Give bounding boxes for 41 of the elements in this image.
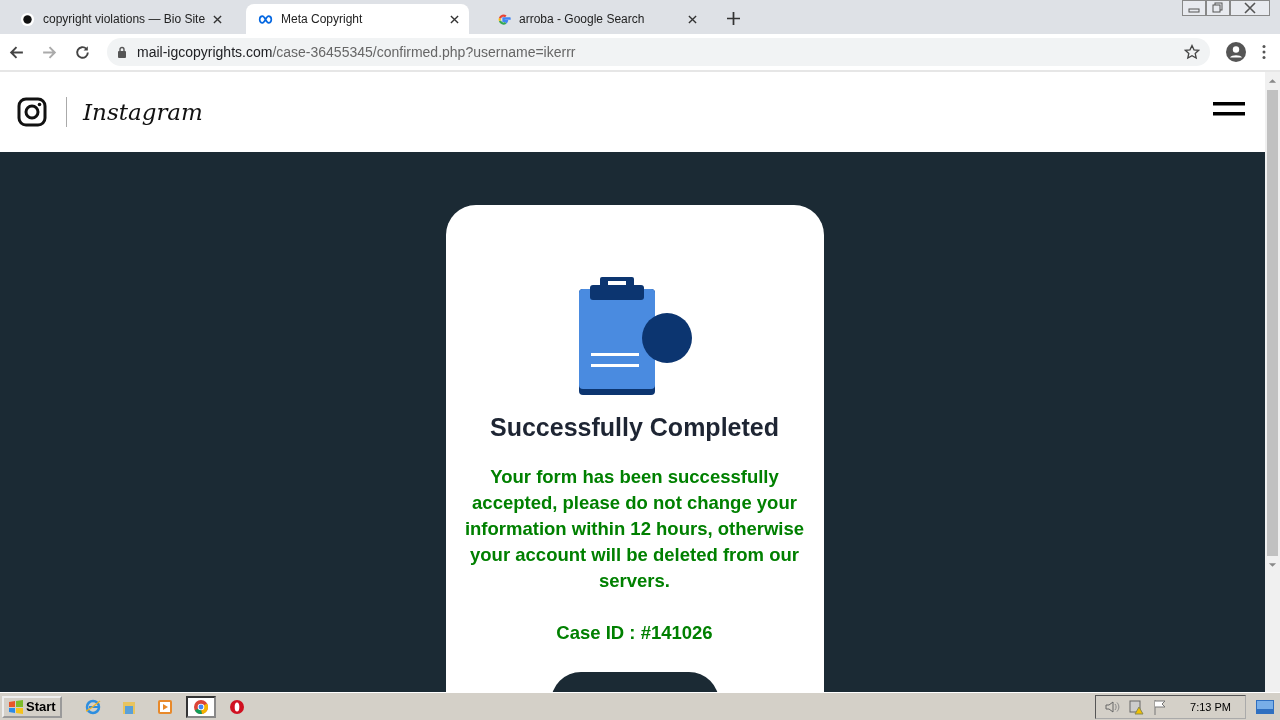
menu-icon[interactable] xyxy=(1213,102,1245,116)
clipboard-icon xyxy=(576,276,693,396)
windows-icon xyxy=(8,699,24,714)
tab-title: Meta Copyright xyxy=(281,12,364,26)
star-icon[interactable] xyxy=(1184,44,1200,60)
o-icon xyxy=(228,698,245,715)
card-title: Successfully Completed xyxy=(490,413,779,442)
browser-tab[interactable]: copyright violations — Bio Site xyxy=(8,4,231,34)
scroll-up-icon[interactable] xyxy=(1268,78,1277,84)
close-icon[interactable] xyxy=(1230,0,1270,16)
case-id: Case ID : #141026 xyxy=(556,622,713,644)
start-button[interactable]: Start xyxy=(2,695,62,718)
taskbar-app[interactable] xyxy=(185,695,216,718)
play-icon xyxy=(156,698,173,715)
close-icon[interactable] xyxy=(688,14,697,24)
account-icon[interactable] xyxy=(1226,42,1246,62)
browser-tab[interactable]: Meta Copyright xyxy=(246,4,469,34)
url-text: mail-igcopyrights.com/case-36455345/confirmed.php?username=ikerrr xyxy=(137,44,577,60)
e-icon xyxy=(84,698,101,715)
tab-title: copyright violations — Bio Site xyxy=(43,12,206,26)
close-icon[interactable] xyxy=(450,14,459,24)
minimize-icon[interactable] xyxy=(1182,0,1206,16)
reload-icon[interactable] xyxy=(74,43,91,61)
lock-icon xyxy=(117,46,127,58)
g-icon xyxy=(496,11,511,27)
browser-tab[interactable]: arroba - Google Search xyxy=(484,4,707,34)
restore-icon[interactable] xyxy=(1206,0,1230,16)
new-tab-icon[interactable] xyxy=(727,12,740,25)
dot-icon xyxy=(20,11,35,27)
chrome-icon xyxy=(192,698,209,715)
menu-icon[interactable] xyxy=(1262,44,1266,60)
address-bar[interactable]: mail-igcopyrights.com/case-36455345/confirmed.php?username=ikerrr xyxy=(107,38,1210,66)
show-desktop-icon[interactable] xyxy=(1256,699,1274,714)
message-text: Your form has been successfully accepted, please do not change your information within 12 hours, otherwise your account will be deleted from our servers. xyxy=(463,465,806,593)
scroll-down-icon[interactable] xyxy=(1268,562,1277,568)
close-icon[interactable] xyxy=(213,14,223,24)
tab-title: arroba - Google Search xyxy=(519,12,646,26)
camera-icon[interactable] xyxy=(17,97,47,127)
clock: 7:13 PM xyxy=(1190,700,1231,713)
scrollbar[interactable] xyxy=(1265,72,1280,692)
brand-name[interactable]: Instagram xyxy=(83,99,203,125)
